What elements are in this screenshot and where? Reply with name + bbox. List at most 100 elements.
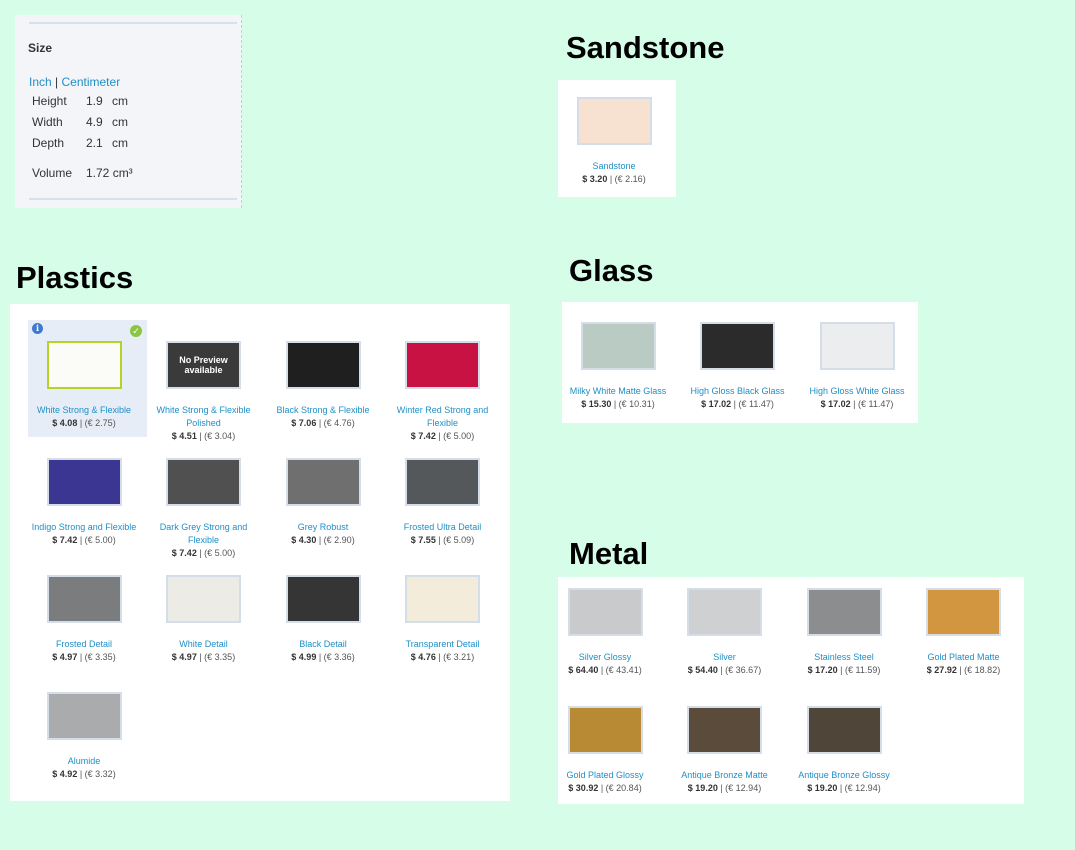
material-name-link[interactable]: Transparent Detail — [384, 638, 502, 651]
material-thumbnail[interactable] — [405, 575, 480, 623]
material-tile[interactable]: White Detail $ 4.97 | (€ 3.35) — [145, 575, 263, 664]
material-thumbnail[interactable] — [46, 458, 122, 506]
material-tile[interactable]: Alumide $ 4.92 | (€ 3.32) — [25, 692, 143, 781]
price-eur: (€ 3.21) — [443, 652, 475, 662]
material-tile[interactable]: Silver $ 54.40 | (€ 36.67) — [666, 588, 784, 677]
material-thumbnail[interactable] — [567, 706, 643, 754]
price-eur: (€ 4.76) — [323, 418, 355, 428]
material-thumbnail[interactable] — [819, 322, 895, 370]
material-tile[interactable]: High Gloss White Glass $ 17.02 | (€ 11.47… — [798, 322, 916, 411]
material-tile[interactable]: Frosted Ultra Detail $ 7.55 | (€ 5.09) — [384, 458, 502, 547]
material-name-link[interactable]: Dark Grey Strong and Flexible — [145, 521, 263, 547]
material-name-link[interactable]: High Gloss White Glass — [798, 385, 916, 398]
material-thumbnail[interactable] — [806, 706, 882, 754]
section-title-sandstone: Sandstone — [566, 30, 725, 65]
material-name-link[interactable]: Frosted Ultra Detail — [384, 521, 502, 534]
material-price: $ 4.99 | (€ 3.36) — [291, 652, 355, 662]
size-title: Size — [28, 41, 53, 55]
material-name-link[interactable]: Stainless Steel — [785, 651, 903, 664]
price-eur: (€ 3.32) — [84, 769, 116, 779]
material-tile[interactable]: Milky White Matte Glass $ 15.30 | (€ 10.3… — [559, 322, 677, 411]
material-thumbnail[interactable] — [576, 97, 652, 145]
material-thumbnail[interactable] — [687, 706, 762, 754]
material-tile[interactable]: Black Detail $ 4.99 | (€ 3.36) — [264, 575, 382, 664]
material-name-link[interactable]: Sandstone — [555, 160, 673, 173]
material-price: $ 4.97 | (€ 3.35) — [171, 652, 236, 662]
material-price: $ 19.20 | (€ 12.94) — [687, 783, 762, 793]
material-thumbnail[interactable] — [405, 458, 480, 506]
material-thumbnail[interactable] — [687, 588, 762, 636]
material-name-link[interactable]: Black Detail — [264, 638, 382, 651]
material-name-link[interactable]: Antique Bronze Glossy — [785, 769, 903, 782]
material-name-link[interactable]: Milky White Matte Glass — [559, 385, 677, 398]
price-eur: (€ 3.35) — [204, 652, 236, 662]
price-usd: $ 64.40 — [568, 665, 599, 675]
material-tile[interactable]: Dark Grey Strong and Flexible $ 7.42 | (€… — [145, 458, 263, 560]
price-usd: $ 17.02 — [820, 399, 851, 409]
material-tile[interactable]: Transparent Detail $ 4.76 | (€ 3.21) — [384, 575, 502, 664]
material-tile[interactable]: Grey Robust $ 4.30 | (€ 2.90) — [264, 458, 382, 547]
material-tile[interactable]: High Gloss Black Glass $ 17.02 | (€ 11.47… — [679, 322, 797, 411]
material-tile[interactable]: Sandstone $ 3.20 | (€ 2.16) — [555, 97, 673, 186]
material-tile[interactable]: No Preview available White Strong & Flexi… — [145, 341, 263, 443]
material-name-link[interactable]: White Strong & Flexible Polished — [145, 404, 263, 430]
material-name-link[interactable]: Grey Robust — [264, 521, 382, 534]
material-tile[interactable]: Gold Plated Matte $ 27.92 | (€ 18.82) — [905, 588, 1023, 677]
material-price: $ 4.51 | (€ 3.04) — [171, 431, 236, 441]
material-thumbnail[interactable] — [926, 588, 1001, 636]
price-eur: (€ 11.59) — [845, 665, 881, 675]
material-name-link[interactable]: Winter Red Strong and Flexible — [384, 404, 502, 430]
material-name-link[interactable]: Frosted Detail — [25, 638, 143, 651]
material-thumbnail[interactable] — [567, 588, 643, 636]
material-tile[interactable]: Frosted Detail $ 4.97 | (€ 3.35) — [25, 575, 143, 664]
material-thumbnail[interactable] — [700, 322, 775, 370]
material-thumbnail[interactable] — [806, 588, 882, 636]
material-name-link[interactable]: Gold Plated Glossy — [546, 769, 664, 782]
price-usd: $ 4.99 — [291, 652, 317, 662]
unit-cm-link[interactable]: Centimeter — [62, 75, 121, 89]
material-thumbnail[interactable] — [166, 458, 241, 506]
section-title-glass: Glass — [569, 253, 654, 288]
material-name-link[interactable]: Alumide — [25, 755, 143, 768]
material-name-link[interactable]: White Strong & Flexible — [25, 404, 143, 417]
material-name-link[interactable]: White Detail — [145, 638, 263, 651]
price-usd: $ 15.30 — [581, 399, 612, 409]
material-thumbnail[interactable] — [166, 575, 241, 623]
material-name-link[interactable]: Antique Bronze Matte — [666, 769, 784, 782]
material-price: $ 4.76 | (€ 3.21) — [410, 652, 475, 662]
material-price: $ 7.42 | (€ 5.00) — [410, 431, 475, 441]
material-tile[interactable]: Indigo Strong and Flexible $ 7.42 | (€ 5.… — [25, 458, 143, 547]
material-thumbnail[interactable] — [285, 458, 361, 506]
unit-switcher: Inch | Centimeter — [29, 75, 120, 89]
material-thumbnail[interactable] — [285, 341, 361, 389]
material-tile[interactable]: Winter Red Strong and Flexible $ 7.42 | (… — [384, 341, 502, 443]
material-name-link[interactable]: Indigo Strong and Flexible — [25, 521, 143, 534]
info-icon[interactable]: i — [32, 323, 43, 334]
material-name-link[interactable]: Silver — [666, 651, 784, 664]
material-thumbnail[interactable] — [580, 322, 656, 370]
material-name-link[interactable]: Black Strong & Flexible — [264, 404, 382, 417]
material-thumbnail[interactable] — [46, 341, 122, 389]
material-thumbnail[interactable]: No Preview available — [166, 341, 241, 389]
material-tile[interactable]: Black Strong & Flexible $ 7.06 | (€ 4.76) — [264, 341, 382, 430]
unit-inch-link[interactable]: Inch — [29, 75, 52, 89]
material-price: $ 7.06 | (€ 4.76) — [291, 418, 355, 428]
material-tile[interactable]: Antique Bronze Glossy $ 19.20 | (€ 12.94) — [785, 706, 903, 795]
material-tile[interactable]: Antique Bronze Matte $ 19.20 | (€ 12.94) — [666, 706, 784, 795]
dim-unit: cm — [112, 115, 128, 129]
material-tile[interactable]: Silver Glossy $ 64.40 | (€ 43.41) — [546, 588, 664, 677]
material-thumbnail[interactable] — [46, 692, 122, 740]
material-thumbnail[interactable] — [46, 575, 122, 623]
material-tile[interactable]: Gold Plated Glossy $ 30.92 | (€ 20.84) — [546, 706, 664, 795]
material-thumbnail[interactable] — [285, 575, 361, 623]
price-eur: (€ 43.41) — [605, 665, 642, 675]
price-usd: $ 7.42 — [171, 548, 197, 558]
material-name-link[interactable]: Gold Plated Matte — [905, 651, 1023, 664]
material-name-link[interactable]: Silver Glossy — [546, 651, 664, 664]
material-tile[interactable]: Stainless Steel $ 17.20 | (€ 11.59) — [785, 588, 903, 677]
material-thumbnail[interactable] — [405, 341, 480, 389]
checkmark-icon: ✓ — [130, 325, 142, 337]
material-name-link[interactable]: High Gloss Black Glass — [679, 385, 797, 398]
material-tile[interactable]: White Strong & Flexible $ 4.08 | (€ 2.75) — [25, 341, 143, 430]
price-eur: (€ 20.84) — [605, 783, 642, 793]
